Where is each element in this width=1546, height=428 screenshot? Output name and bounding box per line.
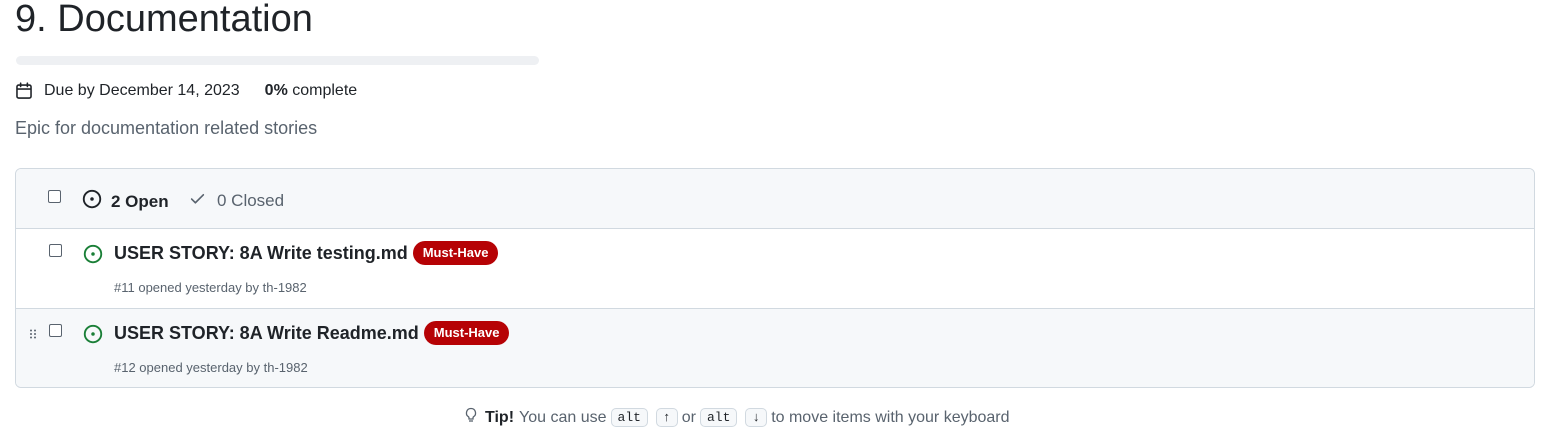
milestone-description: Epic for documentation related stories <box>15 118 318 138</box>
due-date: Due by December 14, 2023 <box>44 82 240 99</box>
must-have-label[interactable]: Must-Have <box>423 321 510 345</box>
closed-count: 0 Closed <box>217 191 285 210</box>
issue-checkbox[interactable] <box>49 244 62 257</box>
kbd-down: ↓ <box>745 408 768 427</box>
percent-suffix: complete <box>287 82 358 99</box>
light-bulb-icon <box>463 407 479 428</box>
tip-prefix: Tip! <box>485 408 515 426</box>
drag-handle-icon[interactable] <box>29 326 37 339</box>
issue-row[interactable]: USER STORY: 8A Write testing.md Must-Hav… <box>16 229 1534 309</box>
issues-list: 2 Open 0 Closed USER STORY: 8A Write tes… <box>15 168 1535 388</box>
check-icon <box>189 190 206 212</box>
percent-complete: 0% complete <box>265 82 358 100</box>
tip-text-2: or <box>681 408 696 426</box>
calendar-icon <box>15 82 33 100</box>
issue-title-line: USER STORY: 8A Write Readme.md Must-Have <box>114 321 510 345</box>
issues-list-header: 2 Open 0 Closed <box>16 169 1534 229</box>
issue-title-link[interactable]: USER STORY: 8A Write Readme.md <box>114 323 419 344</box>
select-all-checkbox[interactable] <box>48 190 61 203</box>
tip-text-3: to move items with your keyboard <box>771 408 1010 426</box>
kbd-alt: alt <box>610 408 648 427</box>
open-issue-icon <box>83 324 103 349</box>
closed-issues-filter[interactable]: 0 Closed <box>189 190 284 212</box>
kbd-up: ↑ <box>655 408 678 427</box>
open-issue-icon <box>83 244 103 269</box>
issue-title-link[interactable]: USER STORY: 8A Write testing.md <box>114 243 408 264</box>
milestone-title: 9. Documentation <box>15 0 313 40</box>
keyboard-tip: Tip! You can use alt ↑ or alt ↓ to move … <box>463 407 1010 428</box>
issue-meta: #12 opened yesterday by th-1982 <box>114 360 308 375</box>
must-have-label[interactable]: Must-Have <box>412 241 499 265</box>
issue-circle-icon <box>82 189 102 214</box>
open-issues-filter[interactable]: 2 Open <box>82 189 169 214</box>
issue-meta: #11 opened yesterday by th-1982 <box>114 280 307 295</box>
issue-checkbox[interactable] <box>49 324 62 337</box>
percent-value: 0% <box>264 82 288 99</box>
issue-row[interactable]: USER STORY: 8A Write Readme.md Must-Have… <box>16 309 1534 387</box>
tip-text-1: You can use <box>519 408 607 426</box>
milestone-progress-bar <box>16 56 539 65</box>
open-count: 2 Open <box>111 191 169 211</box>
milestone-meta: Due by December 14, 2023 0% complete <box>15 80 357 102</box>
kbd-alt: alt <box>699 408 738 427</box>
issue-title-line: USER STORY: 8A Write testing.md Must-Hav… <box>114 241 499 265</box>
